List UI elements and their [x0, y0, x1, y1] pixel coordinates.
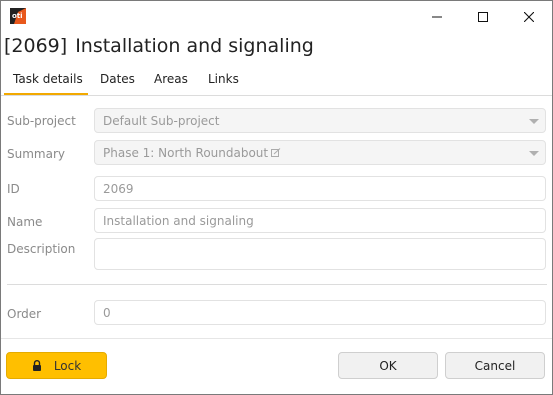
tab-areas[interactable]: Areas — [154, 72, 188, 86]
footer-divider — [1, 338, 552, 339]
sub-project-label: Sub-project — [7, 114, 76, 128]
title-bar[interactable]: oti — [1, 1, 552, 31]
task-title: Installation and signaling — [75, 35, 314, 57]
tab-dates[interactable]: Dates — [100, 72, 135, 86]
tab-links[interactable]: Links — [208, 72, 239, 86]
minimize-button[interactable] — [414, 1, 460, 31]
summary-label: Summary — [7, 147, 65, 161]
maximize-button[interactable] — [460, 1, 506, 31]
edit-icon[interactable] — [271, 147, 281, 161]
task-id-label: [2069] — [4, 35, 68, 57]
sub-project-select[interactable]: Default Sub-project — [94, 108, 546, 133]
tab-bar: Task details Dates Areas Links — [1, 67, 552, 95]
dialog-window: oti [2069] Installation and signaling Tas… — [0, 0, 553, 395]
name-field[interactable]: Installation and signaling — [94, 208, 546, 233]
cancel-button[interactable]: Cancel — [445, 352, 545, 379]
description-label: Description — [7, 242, 76, 256]
minimize-icon — [432, 7, 442, 26]
description-field[interactable] — [94, 238, 546, 270]
tab-task-details[interactable]: Task details — [13, 72, 83, 86]
close-button[interactable] — [506, 1, 552, 31]
id-field[interactable]: 2069 — [94, 176, 546, 201]
sub-project-value: Default Sub-project — [103, 114, 220, 128]
maximize-icon — [478, 7, 488, 26]
lock-button-label: Lock — [53, 358, 82, 373]
tab-divider — [1, 95, 552, 96]
order-field[interactable]: 0 — [94, 300, 546, 325]
chevron-down-icon — [529, 119, 539, 124]
app-logo-icon: oti — [10, 8, 26, 24]
lock-button[interactable]: Lock — [6, 352, 107, 379]
page-title: [2069] Installation and signaling — [4, 35, 314, 57]
chevron-down-icon — [529, 151, 539, 156]
section-divider — [7, 284, 547, 285]
summary-select[interactable]: Phase 1: North Roundabout — [94, 140, 546, 165]
summary-value: Phase 1: North Roundabout — [103, 146, 269, 160]
id-label: ID — [7, 182, 20, 196]
order-label: Order — [7, 307, 42, 321]
svg-text:oti: oti — [12, 12, 23, 20]
ok-button[interactable]: OK — [338, 352, 438, 379]
name-label: Name — [7, 215, 43, 229]
lock-icon — [32, 360, 42, 371]
close-icon — [523, 7, 535, 26]
